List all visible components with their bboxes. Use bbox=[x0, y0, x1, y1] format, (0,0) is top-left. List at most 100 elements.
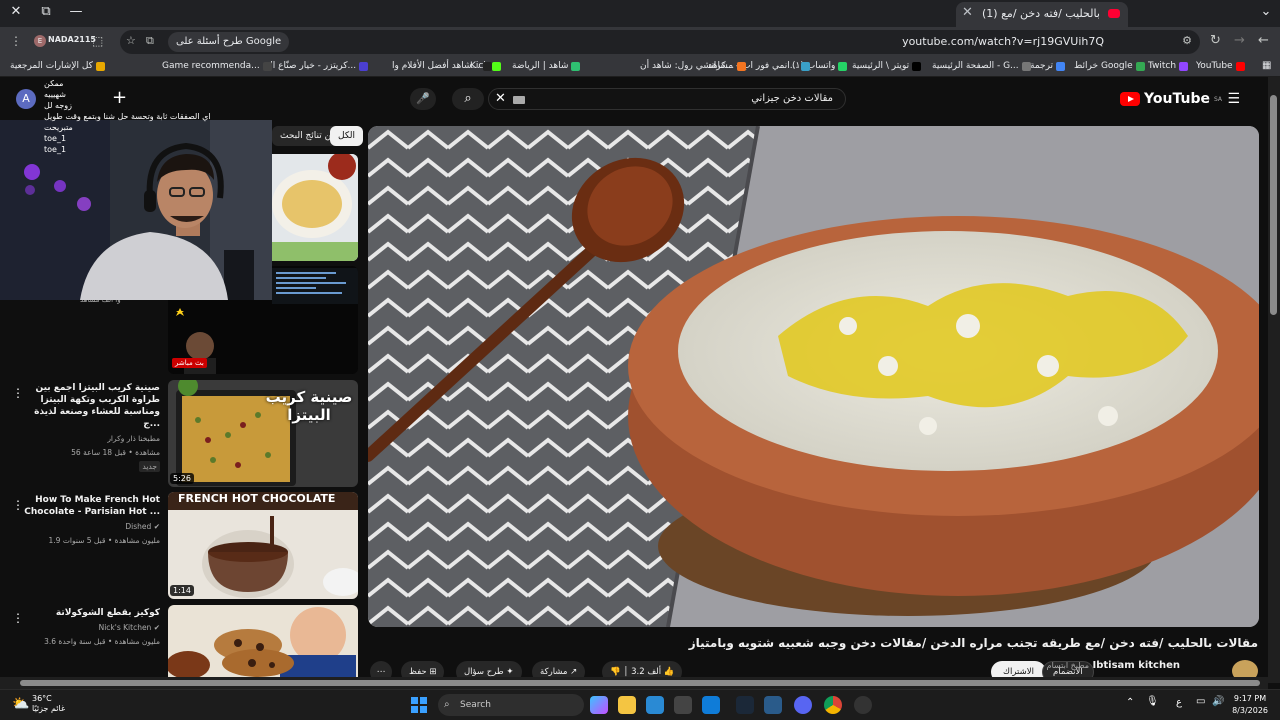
keyboard-icon[interactable] bbox=[513, 96, 525, 104]
back-icon[interactable]: ← bbox=[1258, 33, 1269, 48]
menu-kebab-icon[interactable]: ⋮ bbox=[10, 34, 22, 48]
bookmark-item[interactable]: خرائط Google bbox=[1074, 61, 1145, 71]
bookmark-item[interactable]: ترجمة bbox=[1030, 61, 1066, 71]
video-duration: 5:26 bbox=[170, 473, 194, 484]
voice-search-icon[interactable]: 🎤 bbox=[410, 88, 436, 110]
list-item[interactable]: كوكيز بقطع الشوكولاتة Nick's Kitchen ✔ 3… bbox=[0, 605, 360, 677]
forward-icon[interactable]: → bbox=[1234, 33, 1245, 48]
bookmark-item[interactable]: كريتزر - خيار صنّاع الم... bbox=[264, 61, 369, 71]
horizontal-scroll-thumb[interactable] bbox=[20, 680, 1260, 686]
video-thumbnail[interactable]: FRENCH HOT CHOCOLATE bbox=[168, 492, 358, 599]
bookmark-item[interactable]: شاهد | الرياضة bbox=[512, 61, 581, 71]
close-tab-icon[interactable]: ✕ bbox=[962, 5, 973, 20]
tray-chevron-icon[interactable]: ⌃ bbox=[1126, 697, 1134, 708]
app-icon[interactable] bbox=[764, 696, 782, 714]
minimize-window-icon[interactable]: — bbox=[66, 4, 86, 19]
vertical-scrollbar[interactable] bbox=[1268, 77, 1280, 683]
screenshot-icon[interactable]: ⧉ bbox=[146, 34, 154, 48]
related-thumbnail-partial[interactable] bbox=[272, 154, 358, 261]
chip-all[interactable]: الكل bbox=[330, 126, 364, 146]
channel-name[interactable]: Dished ✔ bbox=[22, 521, 160, 532]
store-icon[interactable] bbox=[702, 696, 720, 714]
bookmark-item[interactable]: كرانشي رول: شاهد أن... bbox=[640, 61, 747, 71]
obs-icon[interactable] bbox=[854, 696, 872, 714]
clock[interactable]: 9:17 PM 8/3/2026 bbox=[1232, 693, 1268, 717]
extensions-icon[interactable]: ⬚ bbox=[92, 34, 103, 48]
bookmark-item[interactable]: كل الإشارات المرجعية bbox=[10, 61, 105, 71]
restore-window-icon[interactable]: ⧉ bbox=[36, 4, 56, 19]
ask-google-chip[interactable]: طرح أسئلة على Google bbox=[168, 32, 290, 52]
bookmark-item[interactable]: Game recommenda... bbox=[162, 61, 272, 71]
weather-widget[interactable]: 36°C غائم جزئيًا bbox=[32, 694, 65, 714]
taskbar-search[interactable]: ⌕ Search bbox=[438, 694, 584, 716]
bookmark-item[interactable]: شاهد أفضل الأفلام وا... bbox=[392, 61, 493, 71]
close-window-icon[interactable]: ✕ bbox=[6, 4, 26, 19]
video-title[interactable]: How To Make French Hot Chocolate - Paris… bbox=[22, 494, 160, 518]
language-indicator[interactable]: ع bbox=[1176, 697, 1182, 708]
more-options-icon[interactable]: ⋮ bbox=[12, 498, 24, 512]
bookmark-favicon-icon bbox=[1135, 61, 1145, 71]
apps-grid-icon[interactable]: ▦ bbox=[1262, 60, 1271, 71]
bookmark-favicon-icon bbox=[801, 61, 811, 71]
chat-line: toe_1 bbox=[44, 134, 67, 143]
more-options-icon[interactable]: ⋮ bbox=[12, 386, 24, 400]
bookmark-label: YouTube bbox=[1196, 61, 1233, 71]
tab-active[interactable]: ✕ (1) مقالات بالحليب /فته دخن /مع bbox=[956, 2, 1128, 27]
youtube-logo[interactable]: YouTube SA bbox=[1120, 91, 1222, 107]
profile-avatar[interactable]: E bbox=[34, 35, 46, 47]
chrome-icon[interactable] bbox=[824, 696, 842, 714]
channel-name[interactable]: مطبخنا ذار وكرار bbox=[22, 433, 160, 444]
url-text[interactable]: youtube.com/watch?v=rj19GVUih7Q bbox=[902, 35, 1104, 48]
weather-icon[interactable]: ⛅ bbox=[12, 696, 29, 712]
horizontal-scrollbar[interactable] bbox=[0, 677, 1268, 689]
bookmark-favicon-icon bbox=[571, 61, 581, 71]
video-thumbnail[interactable] bbox=[168, 605, 358, 677]
like-icon[interactable]: 👍 bbox=[664, 667, 675, 677]
bookmark-item[interactable]: تويتر \ الرئيسية bbox=[852, 61, 922, 71]
copilot-icon[interactable] bbox=[590, 696, 608, 714]
video-thumbnail[interactable]: صينية كريب البيتزا bbox=[168, 380, 358, 487]
channel-name[interactable]: مطبخ ابتسام Ibtisam kitchen bbox=[1047, 660, 1180, 671]
bookmark-item[interactable]: Twitch bbox=[1148, 61, 1189, 71]
more-options-icon[interactable]: ⋮ bbox=[12, 611, 24, 625]
search-input[interactable]: ✕ مقالات دخن جيزاني bbox=[488, 88, 846, 110]
clear-search-icon[interactable]: ✕ bbox=[495, 91, 506, 106]
new-badge: جديد bbox=[139, 461, 160, 472]
youtube-favicon-icon bbox=[1108, 9, 1120, 18]
steam-icon[interactable] bbox=[736, 696, 754, 714]
bookmark-item[interactable]: الصفحة الرئيسية - G... bbox=[932, 61, 1031, 71]
list-item[interactable]: FRENCH HOT CHOCOLATE 1:14 How To Make Fr… bbox=[0, 492, 360, 600]
list-item[interactable]: صينية كريب البيتزا 5:26 صينية كريب البيت… bbox=[0, 380, 360, 488]
bookmark-item[interactable]: YouTube bbox=[1196, 61, 1245, 71]
discord-icon[interactable] bbox=[794, 696, 812, 714]
search-icon[interactable]: ⌕ bbox=[452, 88, 484, 110]
video-stats: 1.9 مليون مشاهدة • قبل 5 سنوات bbox=[48, 536, 161, 545]
channel-name[interactable]: Nick's Kitchen ✔ bbox=[22, 622, 160, 633]
windows-start-icon[interactable] bbox=[410, 696, 428, 714]
tab-search-icon[interactable]: ⌄ bbox=[1256, 4, 1276, 19]
video-title[interactable]: كوكيز بقطع الشوكولاتة bbox=[22, 607, 160, 619]
microphone-icon[interactable]: 🎙 bbox=[1146, 696, 1159, 707]
reload-icon[interactable]: ↻ bbox=[1210, 33, 1221, 48]
bookmark-favicon-icon bbox=[95, 61, 105, 71]
bookmark-label: شاهد أفضل الأفلام وا... bbox=[392, 61, 481, 71]
site-settings-icon[interactable]: ⚙ bbox=[1182, 34, 1192, 47]
region-code: SA bbox=[1213, 95, 1222, 103]
vertical-scroll-thumb[interactable] bbox=[1270, 95, 1277, 315]
address-bar[interactable]: ☆ ⧉ طرح أسئلة على Google youtube.com/wat… bbox=[120, 30, 1200, 54]
calculator-icon[interactable] bbox=[674, 696, 692, 714]
video-title[interactable]: صينية كريب البيتزا اجمع بين طراوة الكريب… bbox=[22, 382, 160, 430]
profile-chip[interactable]: NADA2115 bbox=[48, 35, 96, 44]
network-icon[interactable]: ▭ bbox=[1196, 696, 1205, 707]
bowl-thumbnail-image bbox=[272, 154, 358, 261]
bookmark-star-icon[interactable]: ☆ bbox=[126, 34, 136, 47]
video-player[interactable] bbox=[368, 126, 1259, 627]
photos-icon[interactable] bbox=[646, 696, 664, 714]
dislike-icon[interactable]: 👎 bbox=[610, 667, 621, 677]
hamburger-menu-icon[interactable]: ☰ bbox=[1227, 91, 1240, 107]
account-avatar[interactable]: A bbox=[16, 89, 36, 109]
thumbnail-caption: FRENCH HOT CHOCOLATE bbox=[178, 492, 336, 505]
file-explorer-icon[interactable] bbox=[618, 696, 636, 714]
bookmark-favicon-icon bbox=[838, 61, 848, 71]
volume-icon[interactable]: 🔊 bbox=[1212, 696, 1224, 707]
